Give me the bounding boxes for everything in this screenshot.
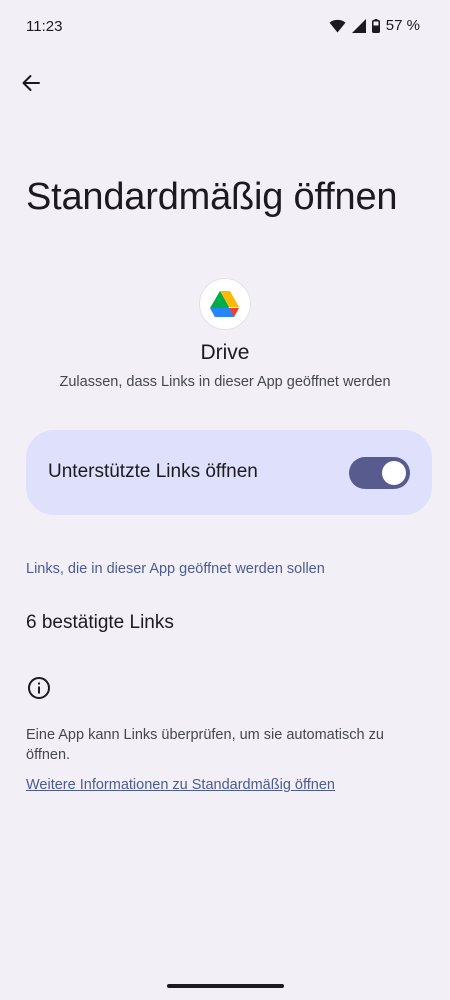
battery-percentage: 57 % [385, 17, 420, 34]
wifi-icon [329, 19, 346, 33]
status-icons: 57 % [329, 17, 420, 34]
gesture-navigation-handle[interactable] [167, 984, 284, 988]
open-supported-links-switch[interactable] [349, 457, 410, 489]
battery-icon [371, 18, 380, 33]
page-title: Standardmäßig öffnen [26, 176, 398, 218]
section-header: Links, die in dieser App geöffnet werden… [26, 561, 325, 577]
verified-links-item[interactable]: 6 bestätigte Links [26, 612, 174, 634]
app-name: Drive [200, 341, 250, 364]
status-bar: 11:23 57 % [0, 0, 450, 54]
learn-more-link[interactable]: Weitere Informationen zu Standardmäßig ö… [26, 777, 335, 793]
switch-thumb [382, 461, 406, 485]
back-button[interactable] [14, 68, 48, 102]
info-icon [27, 676, 51, 700]
info-text: Eine App kann Links überprüfen, um sie a… [26, 727, 384, 763]
toggle-label: Unterstützte Links öffnen [48, 461, 258, 482]
app-subtitle: Zulassen, dass Links in dieser App geöff… [59, 374, 391, 390]
open-supported-links-toggle-row[interactable]: Unterstützte Links öffnen [26, 430, 432, 515]
cellular-signal-icon [351, 18, 366, 33]
arrow-back-icon [21, 73, 41, 98]
google-drive-icon [200, 279, 250, 329]
status-time: 11:23 [26, 18, 63, 35]
